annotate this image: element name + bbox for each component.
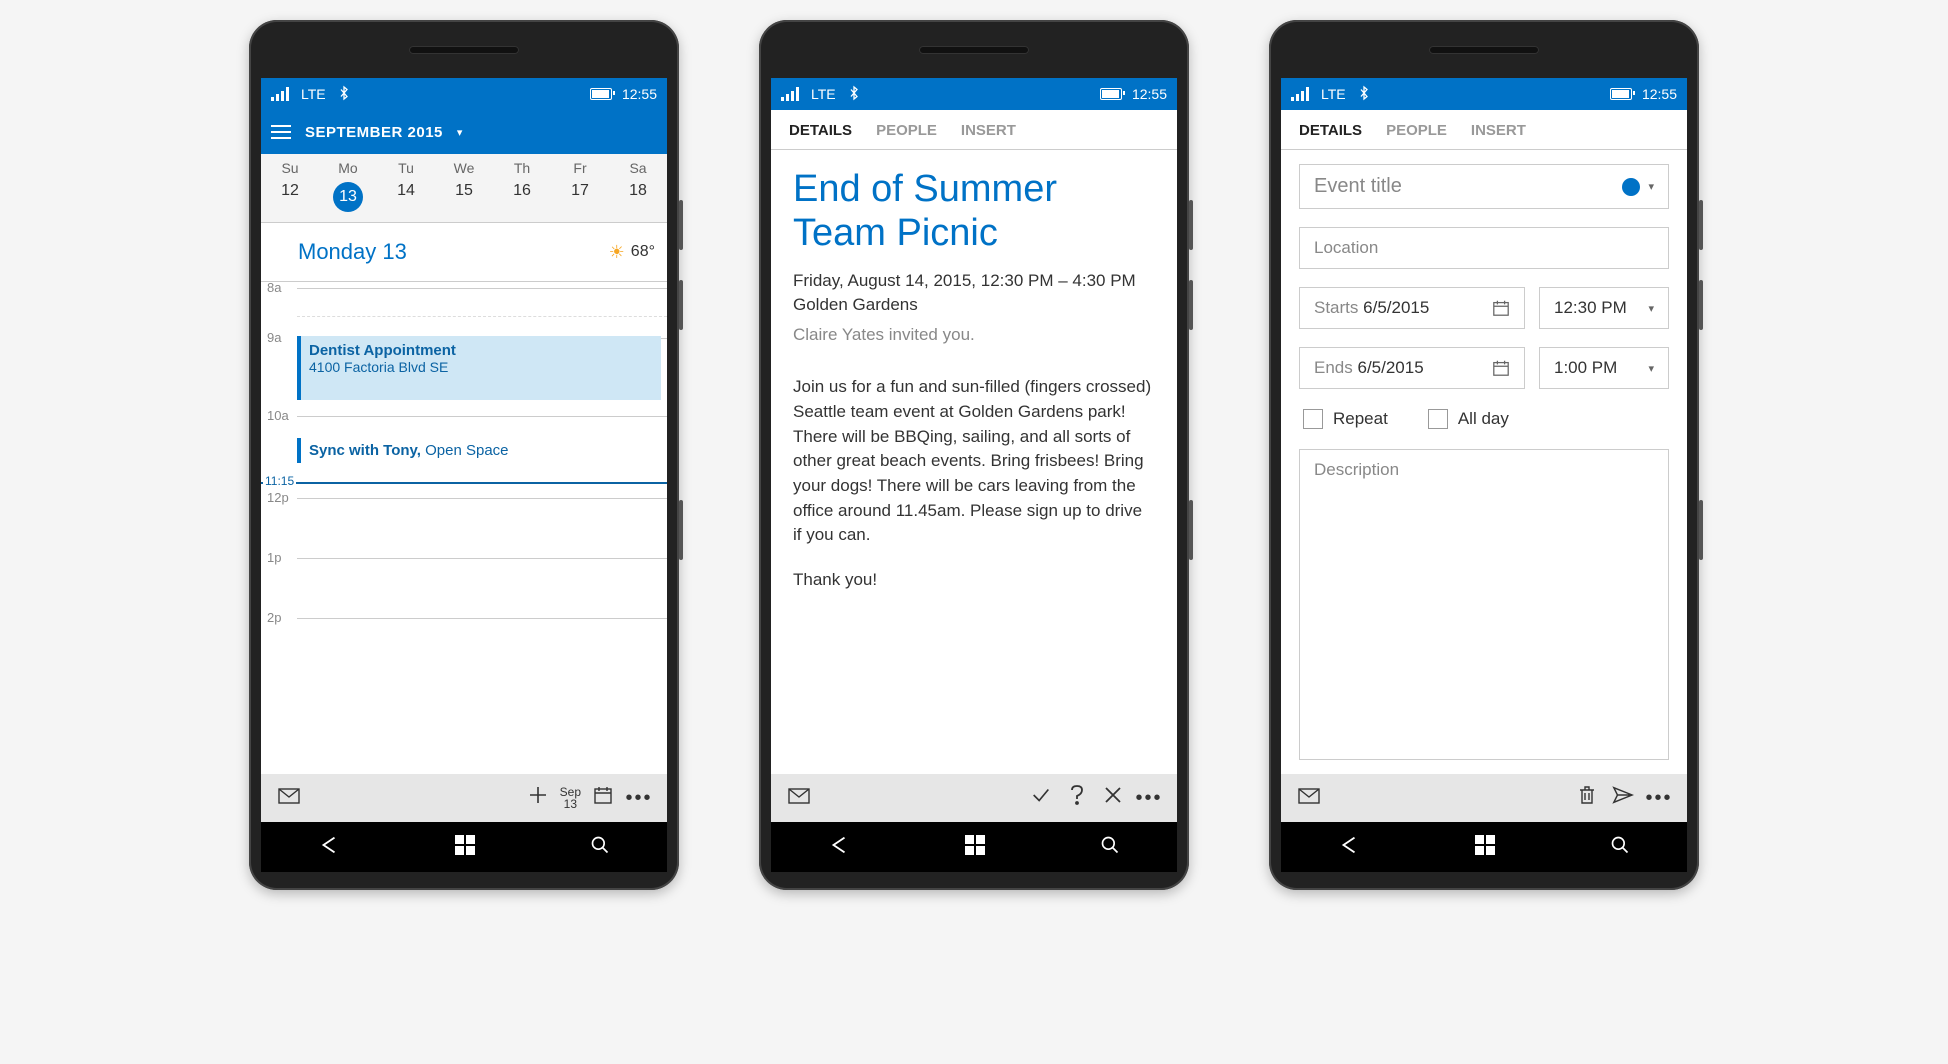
agenda[interactable]: 8a 9a Dentist Appointment 4100 Factoria …: [261, 282, 667, 774]
month-title[interactable]: SEPTEMBER 2015: [305, 124, 443, 141]
location-input[interactable]: Location: [1299, 227, 1669, 269]
tabs: DETAILS PEOPLE INSERT: [1281, 110, 1687, 150]
accept-icon[interactable]: [1027, 784, 1055, 812]
status-bar: LTE 12:55: [261, 78, 667, 110]
tab-details[interactable]: DETAILS: [789, 122, 852, 139]
chevron-down-icon[interactable]: ▾: [1648, 180, 1654, 193]
screen-event-details: LTE 12:55 DETAILS PEOPLE INSERT End of S…: [771, 78, 1177, 872]
phone-frame: LTE 12:55 SEPTEMBER 2015 ▾ Su Mo Tu We T…: [249, 20, 679, 890]
bluetooth-icon: [338, 85, 350, 104]
signal-icon: [271, 87, 289, 101]
ends-time-input[interactable]: 1:00 PM▾: [1539, 347, 1669, 389]
repeat-checkbox[interactable]: Repeat: [1303, 409, 1388, 429]
screen-calendar: LTE 12:55 SEPTEMBER 2015 ▾ Su Mo Tu We T…: [261, 78, 667, 872]
mail-icon[interactable]: [275, 787, 303, 810]
tabs: DETAILS PEOPLE INSERT: [771, 110, 1177, 150]
date-16[interactable]: 16: [493, 182, 551, 212]
event-description: Join us for a fun and sun-filled (finger…: [793, 375, 1155, 592]
hamburger-icon[interactable]: [271, 125, 291, 139]
date-17[interactable]: 17: [551, 182, 609, 212]
tentative-icon[interactable]: [1063, 784, 1091, 812]
back-button[interactable]: [1338, 834, 1360, 861]
search-button[interactable]: [590, 835, 610, 860]
mail-icon[interactable]: [785, 787, 813, 810]
more-icon[interactable]: •••: [1645, 787, 1673, 810]
phone-frame: LTE 12:55 DETAILS PEOPLE INSERT Event ti…: [1269, 20, 1699, 890]
event-form: Event title ▾ Location Starts 6/5/2015 1…: [1281, 150, 1687, 774]
delete-icon[interactable]: [1573, 785, 1601, 811]
tab-details[interactable]: DETAILS: [1299, 122, 1362, 139]
nav-bar: [261, 822, 667, 872]
tab-people[interactable]: PEOPLE: [876, 122, 937, 139]
signal-icon: [1291, 87, 1309, 101]
calendar-icon[interactable]: [589, 785, 617, 811]
search-button[interactable]: [1100, 835, 1120, 860]
selected-day: Monday 13: [298, 239, 407, 265]
event-invited-by: Claire Yates invited you.: [793, 325, 1155, 345]
now-indicator: 11:15: [263, 474, 296, 488]
day-summary: Monday 13 ☀ 68°: [261, 223, 667, 281]
nav-bar: [771, 822, 1177, 872]
ends-date-input[interactable]: Ends 6/5/2015: [1299, 347, 1525, 389]
app-bar: •••: [1281, 774, 1687, 822]
bluetooth-icon: [1358, 85, 1370, 104]
bluetooth-icon: [848, 85, 860, 104]
date-15[interactable]: 15: [435, 182, 493, 212]
battery-icon: [1100, 88, 1122, 100]
app-bar: Sep 13 •••: [261, 774, 667, 822]
starts-time-input[interactable]: 12:30 PM▾: [1539, 287, 1669, 329]
date-13-today[interactable]: 13: [333, 182, 363, 212]
event-datetime: Friday, August 14, 2015, 12:30 PM – 4:30…: [793, 271, 1155, 291]
windows-button[interactable]: [455, 835, 475, 860]
tab-people[interactable]: PEOPLE: [1386, 122, 1447, 139]
event-location: Golden Gardens: [793, 295, 1155, 315]
temperature: 68°: [631, 243, 655, 261]
status-bar: LTE 12:55: [1281, 78, 1687, 110]
windows-button[interactable]: [965, 835, 985, 860]
tab-insert[interactable]: INSERT: [1471, 122, 1526, 139]
add-icon[interactable]: [524, 785, 552, 811]
more-icon[interactable]: •••: [1135, 787, 1163, 810]
date-row[interactable]: 12 13 14 15 16 17 18: [261, 178, 667, 223]
sun-icon: ☀: [609, 242, 625, 263]
status-bar: LTE 12:55: [771, 78, 1177, 110]
event-title-input[interactable]: Event title ▾: [1299, 164, 1669, 209]
chevron-down-icon[interactable]: ▾: [457, 126, 463, 139]
mail-icon[interactable]: [1295, 787, 1323, 810]
screen-event-compose: LTE 12:55 DETAILS PEOPLE INSERT Event ti…: [1281, 78, 1687, 872]
weather: ☀ 68°: [609, 242, 655, 263]
description-input[interactable]: Description: [1299, 449, 1669, 760]
appointment-sync-tony[interactable]: Sync with Tony, Open Space: [297, 438, 661, 463]
signal-icon: [781, 87, 799, 101]
back-button[interactable]: [828, 834, 850, 861]
starts-date-input[interactable]: Starts 6/5/2015: [1299, 287, 1525, 329]
search-button[interactable]: [1610, 835, 1630, 860]
nav-bar: [1281, 822, 1687, 872]
event-body[interactable]: End of Summer Team Picnic Friday, August…: [771, 150, 1177, 774]
send-icon[interactable]: [1609, 785, 1637, 811]
event-title: End of Summer Team Picnic: [793, 168, 1155, 255]
tab-insert[interactable]: INSERT: [961, 122, 1016, 139]
date-12[interactable]: 12: [261, 182, 319, 212]
calendar-color-dot[interactable]: [1622, 178, 1640, 196]
clock: 12:55: [622, 86, 657, 102]
battery-icon: [590, 88, 612, 100]
decline-icon[interactable]: [1099, 785, 1127, 811]
more-icon[interactable]: •••: [625, 787, 653, 810]
phone-frame: LTE 12:55 DETAILS PEOPLE INSERT End of S…: [759, 20, 1189, 890]
app-bar: •••: [771, 774, 1177, 822]
weekday-row: Su Mo Tu We Th Fr Sa: [261, 154, 667, 178]
carrier-label: LTE: [301, 86, 326, 102]
calendar-header: SEPTEMBER 2015 ▾: [261, 110, 667, 154]
date-14[interactable]: 14: [377, 182, 435, 212]
allday-checkbox[interactable]: All day: [1428, 409, 1509, 429]
appointment-dentist[interactable]: Dentist Appointment 4100 Factoria Blvd S…: [297, 336, 661, 400]
today-quick[interactable]: Sep 13: [560, 786, 581, 810]
windows-button[interactable]: [1475, 835, 1495, 860]
battery-icon: [1610, 88, 1632, 100]
date-18[interactable]: 18: [609, 182, 667, 212]
calendar-icon: [1492, 359, 1510, 377]
calendar-icon: [1492, 299, 1510, 317]
back-button[interactable]: [318, 834, 340, 861]
